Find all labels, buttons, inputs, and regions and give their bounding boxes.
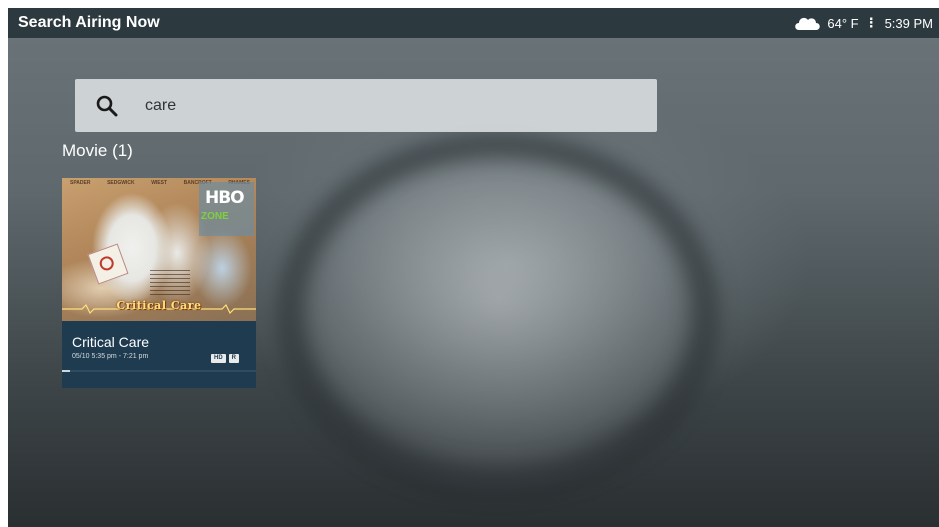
- cloud-icon: [795, 17, 821, 30]
- card-badges: HD R: [211, 354, 240, 363]
- status-area: 64° F ⋮ 5:39 PM: [793, 8, 933, 38]
- clock: 5:39 PM: [884, 15, 933, 31]
- poster-cast-name: WIEST: [151, 180, 168, 186]
- vertical-dots-icon[interactable]: ⋮: [865, 15, 878, 31]
- app-screen: Search Airing Now 64° F ⋮ 5:39 PM Movie …: [8, 8, 939, 527]
- poster-cast-name: SPADER: [70, 180, 91, 186]
- section-heading: Movie (1): [62, 141, 133, 160]
- search-icon: [96, 95, 118, 116]
- poster-tag-mark: [97, 254, 116, 273]
- rating-badge: R: [228, 354, 240, 363]
- search-input[interactable]: [145, 96, 545, 115]
- poster-cast-name: SEDGWICK: [107, 180, 135, 186]
- hd-badge: HD: [211, 354, 226, 363]
- channel-logo-text: HBO: [205, 188, 245, 208]
- card-title: Critical Care: [72, 334, 150, 350]
- page-title: Search Airing Now: [18, 14, 160, 31]
- card-schedule: 05/10 5:35 pm - 7:21 pm: [72, 353, 149, 360]
- temperature: 64° F: [827, 15, 859, 31]
- search-bar[interactable]: [75, 79, 657, 132]
- airing-progress: [62, 370, 256, 372]
- airing-progress-fill: [62, 370, 70, 372]
- channel-logo-subtext: ZONE: [201, 211, 229, 222]
- background-magnifier-rim: [278, 133, 718, 493]
- poster-caption: Critical Care: [116, 299, 202, 312]
- poster-credits: [150, 270, 190, 298]
- movie-poster: SPADER SEDGWICK WIEST BANCROFT RHAMES Cr…: [62, 178, 256, 321]
- top-bar: Search Airing Now 64° F ⋮ 5:39 PM: [8, 8, 939, 38]
- result-card[interactable]: SPADER SEDGWICK WIEST BANCROFT RHAMES Cr…: [62, 178, 256, 388]
- channel-logo: HBO ZONE: [199, 182, 254, 236]
